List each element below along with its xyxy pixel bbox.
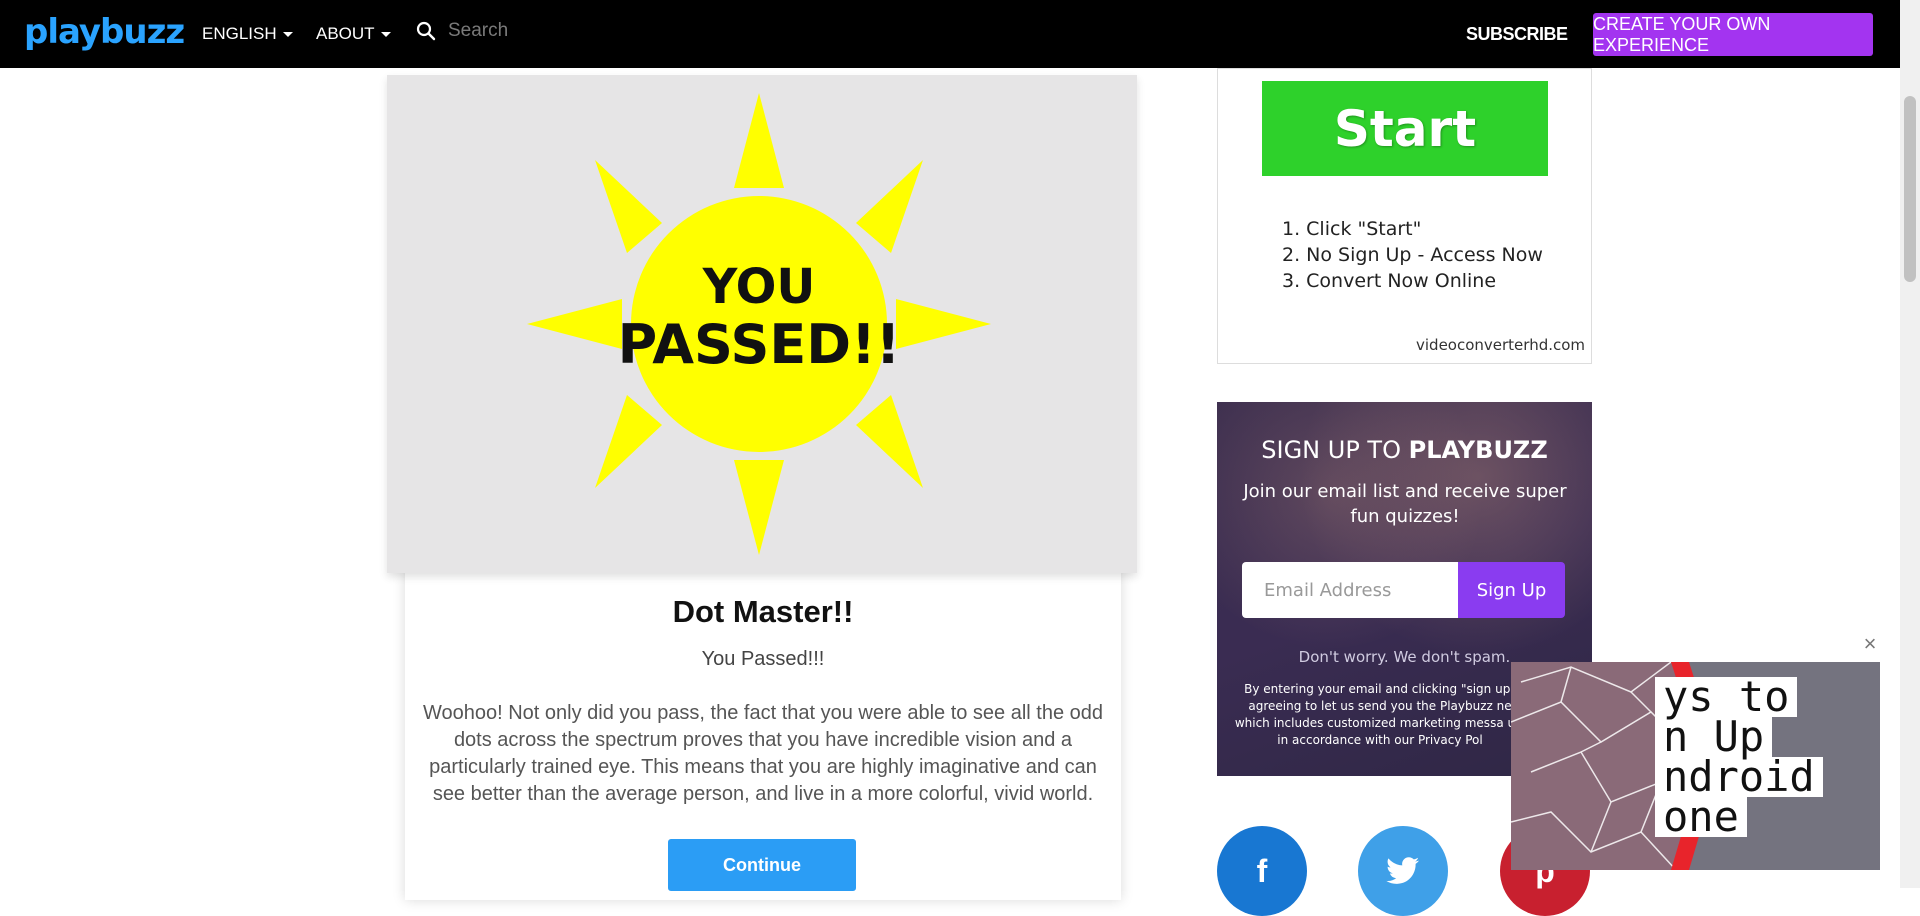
language-dropdown[interactable]: ENGLISH: [202, 24, 293, 44]
video-ad-line: ndroid: [1655, 756, 1823, 798]
result-subtitle: You Passed!!!: [701, 648, 825, 670]
ad-step: 1. Click "Start": [1282, 218, 1422, 240]
signup-title-prefix: SIGN UP TO: [1261, 436, 1409, 464]
ad-start-button[interactable]: Start: [1262, 81, 1548, 176]
hero-text-line1: YOU: [702, 259, 816, 315]
legal-text: By entering your email and clicking "sig…: [1234, 682, 1526, 747]
about-label: ABOUT: [316, 24, 375, 43]
email-field[interactable]: [1242, 562, 1458, 618]
search-icon[interactable]: [416, 21, 436, 41]
ad-steps-list: 1. Click "Start" 2. No Sign Up - Access …: [1282, 216, 1543, 294]
video-ad-line: ys to: [1655, 676, 1798, 718]
twitter-share-button[interactable]: [1358, 826, 1448, 916]
continue-button[interactable]: Continue: [668, 839, 856, 891]
sun-icon: YOU PASSED!!: [527, 93, 991, 555]
create-experience-button[interactable]: CREATE YOUR OWN EXPERIENCE: [1593, 13, 1873, 56]
ad-step: 3. Convert Now Online: [1282, 270, 1497, 292]
playbuzz-logo[interactable]: playbuzz: [24, 12, 185, 52]
subscribe-link[interactable]: SUBSCRIBE: [1466, 24, 1568, 45]
chevron-down-icon: [282, 31, 293, 37]
video-ad-line: n Up: [1655, 716, 1773, 758]
signup-button[interactable]: Sign Up: [1458, 562, 1565, 618]
language-label: ENGLISH: [202, 24, 277, 43]
close-icon[interactable]: ×: [1860, 633, 1880, 655]
video-ad-line: one: [1655, 796, 1747, 838]
facebook-share-button[interactable]: f: [1217, 826, 1307, 916]
top-navbar: playbuzz ENGLISH ABOUT SUBSCRIBE CREATE …: [0, 0, 1900, 68]
video-ad-headline: ys to n Up ndroid one: [1655, 676, 1823, 838]
result-title: Dot Master!!: [672, 594, 854, 629]
twitter-icon: [1386, 857, 1419, 884]
signup-description: Join our email list and receive super fu…: [1243, 481, 1567, 527]
result-image: YOU PASSED!!: [387, 75, 1137, 573]
result-description: Woohoo! Not only did you pass, the fact …: [422, 702, 1104, 805]
facebook-icon: f: [1256, 852, 1268, 889]
about-dropdown[interactable]: ABOUT: [316, 24, 391, 44]
search-bar: [416, 20, 748, 42]
chevron-down-icon: [380, 31, 391, 37]
signup-title-brand: PLAYBUZZ: [1408, 436, 1548, 464]
ad-domain: videoconverterhd.com: [1416, 336, 1586, 354]
search-input[interactable]: [448, 20, 748, 42]
signup-title: SIGN UP TO PLAYBUZZ: [1217, 436, 1592, 464]
page-scrollbar-thumb[interactable]: [1904, 96, 1916, 282]
ad-step: 2. No Sign Up - Access Now: [1282, 244, 1543, 266]
hero-text-line2: PASSED!!: [618, 313, 901, 376]
